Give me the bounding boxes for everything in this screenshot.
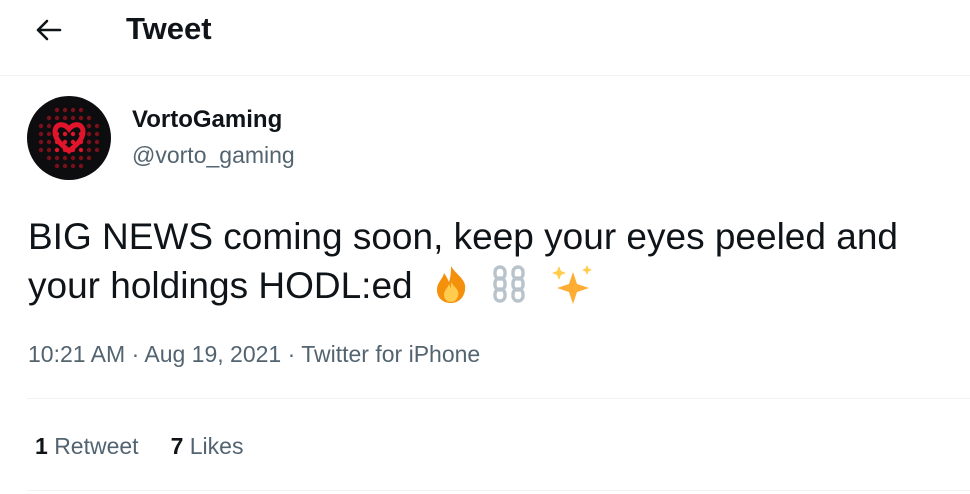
meta-separator: · (125, 341, 145, 367)
vorto-logo-icon (38, 107, 100, 169)
tweet-date[interactable]: Aug 19, 2021 (144, 341, 281, 367)
retweets-count: 1 (35, 433, 48, 459)
back-button[interactable] (29, 10, 69, 50)
tweet-meta: 10:21 AM · Aug 19, 2021 · Twitter for iP… (28, 338, 480, 370)
retweets-stat[interactable]: 1 Retweet (35, 430, 139, 462)
author-handle[interactable]: @vorto_gaming (132, 140, 295, 170)
meta-separator: · (281, 341, 302, 367)
page-title: Tweet (126, 11, 212, 46)
tweet-text: BIG NEWS coming soon, keep your eyes pee… (28, 212, 958, 316)
likes-label: Likes (189, 433, 244, 459)
avatar[interactable] (27, 96, 111, 180)
divider (27, 490, 970, 491)
tweet-source[interactable]: Twitter for iPhone (301, 341, 480, 367)
divider (27, 398, 970, 399)
sparkles-emoji-icon (549, 264, 595, 316)
top-bar: Tweet (0, 0, 970, 76)
fire-emoji-icon (429, 264, 473, 316)
retweets-label: Retweet (54, 433, 139, 459)
tweet-time[interactable]: 10:21 AM (28, 341, 125, 367)
tweet-stats: 1 Retweet 7 Likes (35, 430, 243, 462)
chain-emoji-icon (489, 264, 533, 316)
author-display-name[interactable]: VortoGaming (132, 104, 282, 136)
arrow-left-icon (36, 19, 62, 41)
likes-stat[interactable]: 7 Likes (171, 430, 244, 462)
likes-count: 7 (170, 433, 184, 459)
